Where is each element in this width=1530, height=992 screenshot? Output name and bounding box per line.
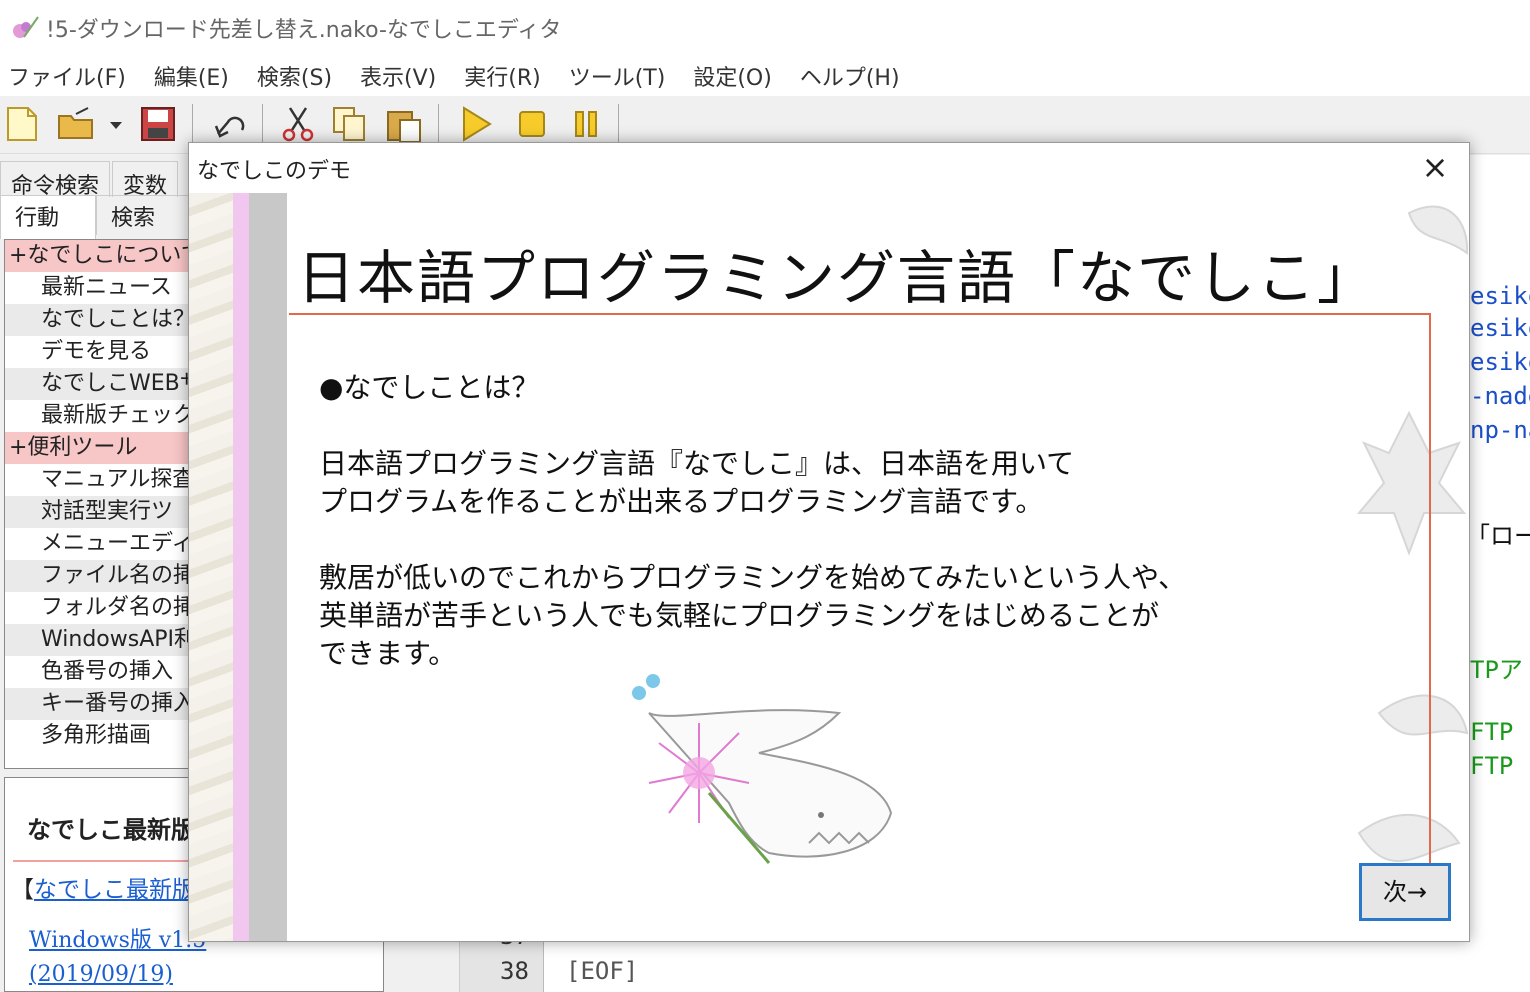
whale-flower-illustration xyxy=(632,674,893,864)
undo-icon[interactable] xyxy=(208,104,248,144)
close-button[interactable]: × xyxy=(1417,149,1453,185)
news-link-row: 【なでしこ最新版 xyxy=(11,870,195,904)
open-folder-icon[interactable] xyxy=(56,104,96,144)
run-icon[interactable] xyxy=(456,104,496,144)
windows-version-link[interactable]: Windows版 v1.5 xyxy=(29,924,206,958)
new-file-icon[interactable] xyxy=(2,104,42,144)
next-button[interactable]: 次→ xyxy=(1359,863,1451,921)
top-tab-strip: 命令検索 変数 xyxy=(0,161,180,199)
paragraph-1: 日本語プログラミング言語『なでしこ』は、日本語を用いて プログラムを作ることが出… xyxy=(319,445,1186,521)
section-title: ●なでしことは？ xyxy=(319,371,540,404)
code-line: np-na xyxy=(1470,416,1530,444)
paragraph-2: 敷居が低いのでこれからプログラミングを始めてみたいという人や、 英単語が苦手とい… xyxy=(319,559,1186,673)
menu-run[interactable]: 実行(R) xyxy=(456,60,554,92)
menu-tools[interactable]: ツール(T) xyxy=(561,60,680,92)
tab-search[interactable]: 検索 xyxy=(96,195,192,235)
copy-icon[interactable] xyxy=(330,104,370,144)
menu-file[interactable]: ファイル(F) xyxy=(0,60,140,92)
tab-command-search[interactable]: 命令検索 xyxy=(0,161,111,199)
chevron-down-icon[interactable] xyxy=(104,104,128,144)
line-number: 38 xyxy=(500,957,529,985)
menu-view[interactable]: 表示(V) xyxy=(352,60,450,92)
news-bracket: 【 xyxy=(11,877,34,903)
toolbar-separator xyxy=(192,104,193,144)
window-title: !5-ダウンロード先差し替え.nako-なでしこエディタ xyxy=(46,18,562,43)
toolbar-separator xyxy=(618,104,619,144)
paste-icon[interactable] xyxy=(384,104,424,144)
cut-icon[interactable] xyxy=(278,104,318,144)
decorative-stripe xyxy=(233,193,249,941)
code-line: 「ロー xyxy=(1466,522,1530,550)
decorative-stripe xyxy=(249,193,287,941)
stop-icon[interactable] xyxy=(512,104,552,144)
dialog-title: なでしこのデモ xyxy=(197,159,352,184)
dialog-heading: 日本語プログラミング言語「なでしこ」 xyxy=(297,244,1378,312)
paragraph-line: 敷居が低いのでこれからプログラミングを始めてみたいという人や、 xyxy=(319,561,1187,594)
release-date[interactable]: (2019/09/19) xyxy=(29,958,206,992)
eof-marker: [EOF] xyxy=(566,957,639,985)
title-bar: !5-ダウンロード先差し替え.nako-なでしこエディタ xyxy=(0,0,1530,56)
toolbar-separator xyxy=(262,104,263,144)
tab-variables[interactable]: 変数 xyxy=(112,161,179,199)
menu-settings[interactable]: 設定(O) xyxy=(685,60,785,92)
code-line: esiko xyxy=(1470,282,1530,310)
menu-edit[interactable]: 編集(E) xyxy=(146,60,243,92)
tab-actions[interactable]: 行動 xyxy=(0,195,96,239)
news-link[interactable]: なでしこ最新版 xyxy=(34,877,195,903)
code-line: FTP xyxy=(1470,718,1514,746)
app-icon xyxy=(10,13,40,43)
windows-download[interactable]: Windows版 v1.5 (2019/09/19) xyxy=(29,924,206,992)
pause-icon[interactable] xyxy=(566,104,606,144)
save-icon[interactable] xyxy=(138,104,178,144)
paragraph-line: できます。 xyxy=(319,637,457,670)
code-line: FTP xyxy=(1470,752,1514,780)
menu-bar: ファイル(F) 編集(E) 検索(S) 表示(V) 実行(R) ツール(T) 設… xyxy=(0,56,1530,96)
toolbar-separator xyxy=(438,104,439,144)
tab-strip: 行動 検索 xyxy=(0,195,192,239)
code-line: TPア xyxy=(1470,656,1523,684)
paragraph-line: プログラムを作ることが出来るプログラミング言語です。 xyxy=(319,485,1044,518)
menu-search[interactable]: 検索(S) xyxy=(249,60,346,92)
paragraph-line: 英単語が苦手という人でも気軽にプログラミングをはじめることが xyxy=(319,599,1160,632)
demo-dialog: なでしこのデモ × 日本語プログラミング言語「なでしこ」 ●なでしことは？ 日本… xyxy=(188,142,1470,942)
code-line: -nade xyxy=(1470,382,1530,410)
content-text: ●なでしことは？ 日本語プログラミング言語『なでしこ』は、日本語を用いて プログ… xyxy=(319,369,1186,711)
menu-help[interactable]: ヘルプ(H) xyxy=(792,60,914,92)
code-line: esiko xyxy=(1470,348,1530,376)
paragraph-line: 日本語プログラミング言語『なでしこ』は、日本語を用いて xyxy=(319,447,1075,480)
code-line: esiko xyxy=(1470,314,1530,342)
